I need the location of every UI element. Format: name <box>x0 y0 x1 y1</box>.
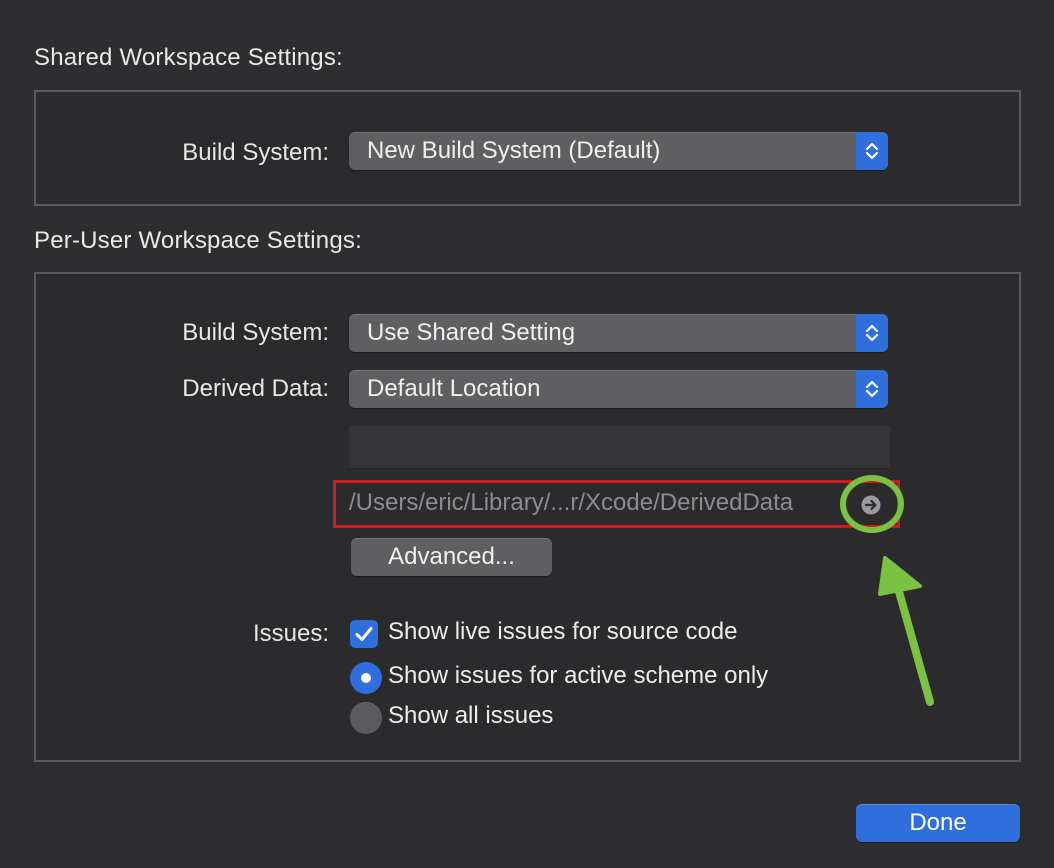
annotation-arrow-icon <box>878 556 934 706</box>
done-button[interactable]: Done <box>856 804 1020 842</box>
active-scheme-label: Show issues for active scheme only <box>388 662 769 689</box>
shared-build-system-value: New Build System (Default) <box>367 137 661 164</box>
advanced-button[interactable]: Advanced... <box>351 538 552 576</box>
all-issues-label: Show all issues <box>388 702 554 729</box>
checkmark-icon <box>355 627 373 641</box>
up-down-chevron-icon <box>856 370 888 408</box>
radio-dot <box>361 673 371 683</box>
per-user-build-system-label: Build System: <box>182 319 329 346</box>
derived-data-value: Default Location <box>367 375 541 402</box>
up-down-chevron-icon <box>856 132 888 170</box>
derived-data-label: Derived Data: <box>182 375 329 402</box>
derived-data-path-field: /Users/eric/Library/...r/Xcode/DerivedDa… <box>333 480 900 528</box>
derived-data-popup[interactable]: Default Location <box>349 370 888 408</box>
per-user-build-system-value: Use Shared Setting <box>367 319 576 346</box>
up-down-chevron-icon <box>856 314 888 352</box>
per-user-settings-title: Per-User Workspace Settings: <box>34 227 362 254</box>
active-scheme-radio[interactable] <box>350 662 382 694</box>
live-issues-label: Show live issues for source code <box>388 618 738 645</box>
derived-data-path: /Users/eric/Library/...r/Xcode/DerivedDa… <box>349 489 794 516</box>
workspace-settings-sheet: Shared Workspace Settings: Build System:… <box>0 0 1054 868</box>
shared-build-system-label: Build System: <box>182 139 329 166</box>
custom-path-field[interactable] <box>349 426 890 469</box>
all-issues-radio[interactable] <box>350 702 382 734</box>
live-issues-checkbox[interactable] <box>350 620 378 648</box>
shared-build-system-popup[interactable]: New Build System (Default) <box>349 132 888 170</box>
issues-label: Issues: <box>252 620 329 647</box>
annotation-circle <box>840 475 904 533</box>
per-user-build-system-popup[interactable]: Use Shared Setting <box>349 314 888 352</box>
shared-settings-title: Shared Workspace Settings: <box>34 44 343 71</box>
